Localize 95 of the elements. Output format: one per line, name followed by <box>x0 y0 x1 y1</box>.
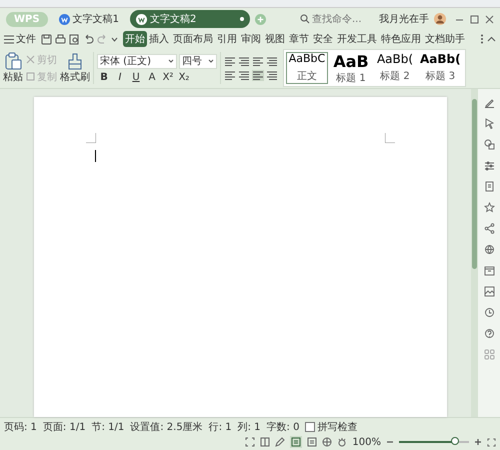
style-preset[interactable]: AaB 标题 1 <box>330 52 372 84</box>
ribbon-tab[interactable]: 文档助手 <box>423 31 467 47</box>
paste-button[interactable]: 粘贴 <box>3 52 23 84</box>
page-view-icon[interactable] <box>290 436 302 448</box>
archive-icon[interactable] <box>484 265 494 276</box>
paragraph-icon[interactable] <box>266 70 278 80</box>
zoom-slider-thumb[interactable] <box>451 437 459 445</box>
font-name-select[interactable]: 宋体 (正文) <box>97 54 177 68</box>
avatar-icon[interactable] <box>434 13 446 25</box>
print-icon[interactable] <box>55 34 66 44</box>
ribbon-tab[interactable]: 审阅 <box>239 31 263 47</box>
status-text: 设置值: 2.5厘米 <box>130 420 203 434</box>
copy-icon <box>26 72 35 81</box>
undo-icon[interactable] <box>83 34 94 44</box>
document-tab[interactable]: 文字文稿2 <box>130 10 250 28</box>
close-icon[interactable] <box>485 14 494 24</box>
document-icon <box>136 14 147 24</box>
document-icon <box>58 14 70 24</box>
globe-icon[interactable] <box>322 437 332 447</box>
fit-window-icon[interactable] <box>487 438 496 446</box>
search-icon <box>300 14 310 24</box>
spell-check-toggle[interactable]: 拼写检查 <box>305 420 358 434</box>
text-cursor <box>95 150 96 162</box>
search-field[interactable]: 查找命令... <box>300 14 374 24</box>
format-button[interactable]: X² <box>161 72 175 82</box>
clock-icon[interactable] <box>484 307 494 318</box>
ribbon-tab[interactable]: 开始 <box>123 31 147 47</box>
ribbon-tab[interactable]: 开发工具 <box>335 31 379 47</box>
maximize-icon[interactable] <box>470 14 479 24</box>
format-button[interactable]: U <box>129 72 143 82</box>
zoom-level[interactable]: 100% <box>352 436 381 448</box>
margin-mark-icon <box>385 133 395 143</box>
paragraph-icon[interactable] <box>224 56 236 66</box>
font-size-select[interactable]: 四号 <box>179 54 217 68</box>
pen-icon[interactable] <box>275 437 286 447</box>
share-icon[interactable] <box>484 223 494 234</box>
format-button[interactable]: X₂ <box>177 72 191 82</box>
globe-icon[interactable] <box>484 244 494 255</box>
format-painter-button[interactable]: 格式刷 <box>60 52 90 84</box>
fullscreen-icon[interactable] <box>245 437 256 447</box>
paragraph-icon[interactable] <box>224 70 236 80</box>
cursor-icon[interactable] <box>484 118 494 129</box>
sliders-icon[interactable] <box>484 160 494 171</box>
margin-mark-icon <box>86 133 96 143</box>
status-text: 列: 1 <box>238 421 261 434</box>
format-button[interactable]: I <box>113 72 127 82</box>
status-text: 页码: 1 <box>4 421 37 434</box>
ribbon-tab[interactable]: 安全 <box>311 31 335 47</box>
ribbon-tab[interactable]: 插入 <box>147 31 171 47</box>
file-menu[interactable]: 文件 <box>4 32 36 46</box>
zoom-in-icon[interactable] <box>474 438 482 446</box>
user-name[interactable]: 我月光在手 <box>379 12 429 26</box>
more-icon[interactable] <box>480 34 484 44</box>
book-view-icon[interactable] <box>260 437 270 447</box>
clipboard-icon <box>4 52 22 70</box>
eye-care-icon[interactable] <box>337 437 348 447</box>
document-icon[interactable] <box>484 181 494 192</box>
help-icon[interactable] <box>484 328 494 339</box>
preview-icon[interactable] <box>69 34 80 44</box>
brush-icon <box>66 52 84 70</box>
shapes-icon[interactable] <box>484 139 494 150</box>
ribbon-tab[interactable]: 页面布局 <box>171 31 215 47</box>
format-button[interactable]: A <box>145 72 159 82</box>
collapse-icon[interactable] <box>487 34 496 44</box>
paragraph-icon[interactable] <box>252 70 264 80</box>
format-button[interactable]: B <box>97 72 111 82</box>
paragraph-icon[interactable] <box>252 56 264 66</box>
status-text: 页面: 1/1 <box>42 421 86 434</box>
status-text: 字数: 0 <box>266 420 300 434</box>
dropdown-icon[interactable] <box>111 36 118 42</box>
ribbon-tab[interactable]: 章节 <box>287 31 311 47</box>
star-icon[interactable] <box>484 202 494 213</box>
checkbox[interactable] <box>305 422 316 432</box>
document-tab[interactable]: 文字文稿1 <box>52 10 125 28</box>
status-text: 节: 1/1 <box>92 420 124 434</box>
paragraph-icon[interactable] <box>266 56 278 66</box>
style-preset[interactable]: AaBb( 标题 2 <box>374 52 416 84</box>
scrollbar[interactable] <box>471 89 478 417</box>
ribbon-tab[interactable]: 视图 <box>263 31 287 47</box>
ribbon-tab[interactable]: 特色应用 <box>379 31 423 47</box>
image-icon[interactable] <box>484 286 494 297</box>
scrollbar-thumb[interactable] <box>472 99 477 269</box>
pencil-icon[interactable] <box>484 97 494 108</box>
style-preset[interactable]: AaBb( 标题 3 <box>418 52 463 84</box>
caret-icon <box>168 58 174 64</box>
cut-icon <box>26 55 35 64</box>
save-icon[interactable] <box>41 34 52 44</box>
web-view-icon[interactable] <box>307 437 318 447</box>
status-text: 行: 1 <box>208 421 232 434</box>
paragraph-icon[interactable] <box>238 70 250 80</box>
style-preset[interactable]: AaBbC 正文 <box>286 52 328 84</box>
paragraph-icon[interactable] <box>238 56 250 66</box>
menu-icon <box>4 34 14 44</box>
ribbon-tab[interactable]: 引用 <box>215 31 239 47</box>
caret-icon <box>208 58 214 64</box>
